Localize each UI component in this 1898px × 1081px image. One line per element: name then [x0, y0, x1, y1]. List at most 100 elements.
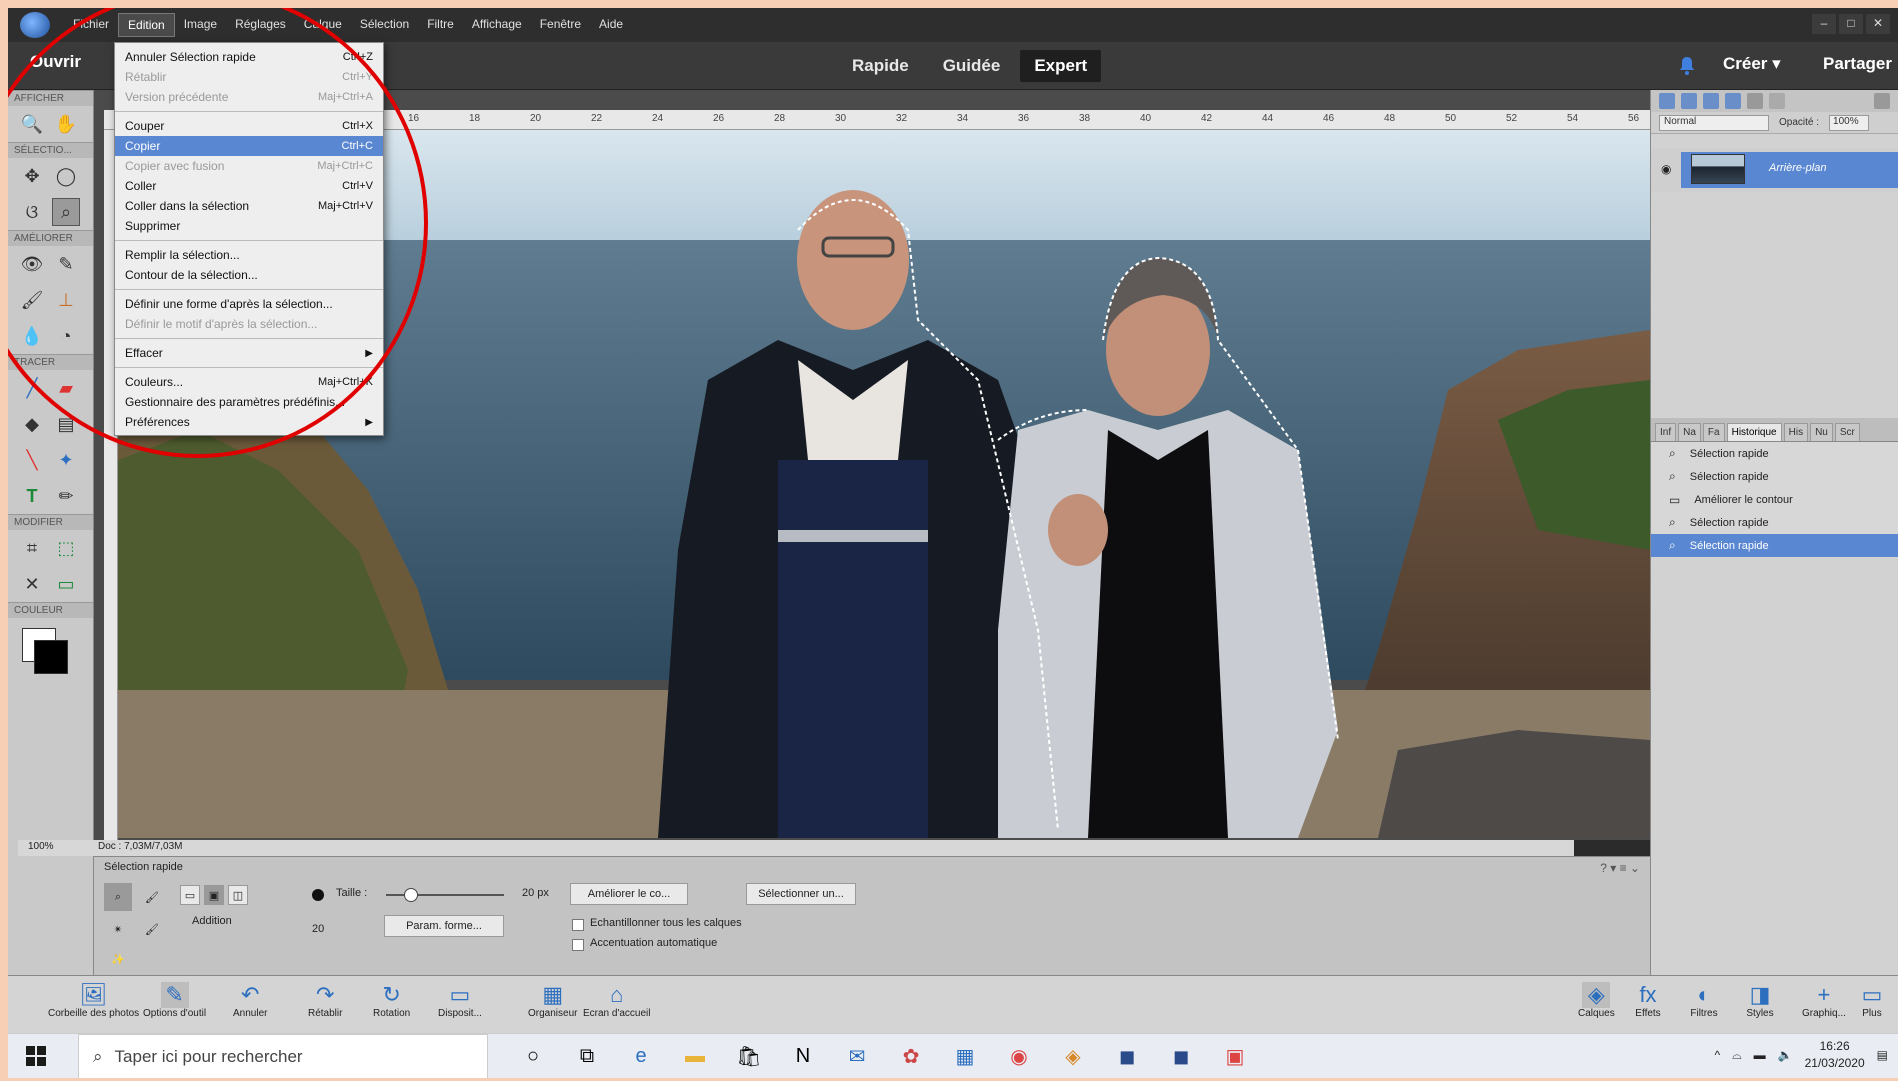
panel-tab-6[interactable]: Scr — [1834, 423, 1860, 441]
opacity-input[interactable]: 100% — [1829, 114, 1870, 131]
select-subject-button[interactable]: Sélectionner un... — [746, 883, 856, 905]
trash-icon[interactable] — [1874, 93, 1890, 109]
history-item[interactable]: ⌕ Sélection rapide — [1651, 534, 1898, 557]
edit-menu-item[interactable]: Couper Ctrl+X — [115, 116, 383, 136]
chevron-up-icon[interactable]: ^ — [1715, 1048, 1721, 1062]
subtract-selection-icon[interactable]: ◫ — [228, 885, 248, 905]
bottom-item-0[interactable]: 🖼 Corbeille des photos — [48, 982, 139, 1019]
layer-row[interactable]: ◉ Arrière-plan — [1651, 148, 1898, 192]
notifications-icon[interactable]: ▤ — [1877, 1048, 1888, 1062]
premiere-elements-icon[interactable]: ◼ — [1166, 1042, 1196, 1070]
bottom-item-4[interactable]: ↻ Rotation — [373, 982, 410, 1019]
adjustment-layer-icon[interactable] — [1703, 93, 1719, 109]
bottom-item-6[interactable]: ▦ Organiseur — [528, 982, 577, 1019]
new-group-icon[interactable] — [1681, 93, 1697, 109]
custom-shape-icon[interactable]: ✦ — [52, 446, 80, 474]
open-button[interactable]: Ouvrir — [30, 52, 81, 72]
refine-edge-button[interactable]: Améliorer le co... — [570, 883, 688, 905]
eraser-tool-icon[interactable]: ▰ — [52, 374, 80, 402]
menu-3[interactable]: Réglages — [226, 13, 295, 37]
paint-bucket-icon[interactable]: ◆ — [18, 410, 46, 438]
smart-brush-icon[interactable]: 🖌 — [18, 286, 46, 314]
options-help-icon[interactable]: ? ▾ ≡ ⌄ — [1600, 861, 1640, 875]
panel-tab-5[interactable]: Nu — [1810, 423, 1833, 441]
lock-all-icon[interactable] — [1769, 93, 1785, 109]
edit-menu-item[interactable]: Copier Ctrl+C — [115, 136, 383, 156]
crop-tool-icon[interactable]: ⌗ — [18, 534, 46, 562]
maximize-button[interactable]: □ — [1839, 14, 1863, 34]
quick-selection-mode-icon[interactable]: ⌕ — [104, 883, 132, 911]
menu-7[interactable]: Affichage — [463, 13, 531, 37]
mode-tab-0[interactable]: Rapide — [838, 50, 923, 82]
new-layer-icon[interactable] — [1659, 93, 1675, 109]
blend-mode-select[interactable]: Normal — [1659, 114, 1769, 131]
new-selection-icon[interactable]: ▭ — [180, 885, 200, 905]
store-icon[interactable]: 🛍 — [734, 1042, 764, 1070]
bell-icon[interactable] — [1678, 56, 1696, 76]
hand-tool-icon[interactable]: ✋ — [52, 110, 80, 138]
spot-healing-icon[interactable]: ✎ — [52, 250, 80, 278]
brush-settings-button[interactable]: Param. forme... — [384, 915, 504, 937]
panel-tab-4[interactable]: His — [1783, 423, 1809, 441]
clone-stamp-icon[interactable]: ⊥ — [52, 286, 80, 314]
panel-tab-3[interactable]: Historique — [1726, 423, 1782, 441]
edit-menu-item[interactable]: Définir une forme d'après la sélection..… — [115, 294, 383, 314]
task-view-icon[interactable]: ⧉ — [572, 1042, 602, 1070]
bottom-right-item-1[interactable]: fx Effets — [1634, 982, 1662, 1019]
sample-all-checkbox[interactable] — [572, 919, 584, 931]
edit-menu-item[interactable]: Remplir la sélection... — [115, 245, 383, 265]
menu-9[interactable]: Aide — [590, 13, 632, 37]
minimize-button[interactable]: – — [1812, 14, 1836, 34]
panel-tab-0[interactable]: Inf — [1655, 423, 1677, 441]
bottom-item-3[interactable]: ↷ Rétablir — [308, 982, 342, 1019]
zoom-tool-icon[interactable]: 🔍 — [18, 110, 46, 138]
eyedropper-icon[interactable]: ╲ — [18, 446, 46, 474]
edit-menu-item[interactable]: Couleurs... Maj+Ctrl+K — [115, 372, 383, 392]
menu-8[interactable]: Fenêtre — [531, 13, 590, 37]
content-aware-move-icon[interactable]: ✕ — [18, 570, 46, 598]
add-selection-icon[interactable]: ▣ — [204, 885, 224, 905]
file-explorer-icon[interactable]: ▬ — [680, 1042, 710, 1070]
edit-menu-item[interactable]: Effacer ▶ — [115, 343, 383, 363]
refine-brush-icon[interactable]: 🖌 — [138, 915, 166, 943]
magic-wand-icon[interactable]: ✴ — [104, 915, 132, 943]
edit-menu-item[interactable]: Préférences ▶ — [115, 412, 383, 432]
panel-tab-2[interactable]: Fa — [1702, 423, 1725, 441]
quick-selection-tool-icon[interactable]: ⌕ — [52, 198, 80, 226]
history-item[interactable]: ▭ Améliorer le contour — [1651, 488, 1898, 511]
edit-menu-item[interactable]: Gestionnaire des paramètres prédéfinis..… — [115, 392, 383, 412]
history-item[interactable]: ⌕ Sélection rapide — [1651, 511, 1898, 534]
mode-tab-2[interactable]: Expert — [1020, 50, 1102, 82]
paint-app-icon[interactable]: ✿ — [896, 1042, 926, 1070]
photoshop-elements-icon[interactable]: ◼ — [1112, 1042, 1142, 1070]
color-swatches[interactable] — [22, 628, 68, 674]
move-tool-icon[interactable]: ✥ — [18, 162, 46, 190]
share-button[interactable]: Partager — [1823, 54, 1892, 74]
ellipse-marquee-icon[interactable]: ◯ — [52, 162, 80, 190]
bottom-item-7[interactable]: ⌂ Ecran d'accueil — [583, 982, 651, 1019]
photos-icon[interactable]: ▣ — [1220, 1042, 1250, 1070]
sponge-tool-icon[interactable]: ◔ — [52, 322, 80, 350]
auto-enhance-checkbox[interactable] — [572, 939, 584, 951]
straighten-tool-icon[interactable]: ▭ — [52, 570, 80, 598]
gradient-tool-icon[interactable]: ▤ — [52, 410, 80, 438]
menu-0[interactable]: Fichier — [64, 13, 118, 37]
edit-menu-item[interactable]: Coller Ctrl+V — [115, 176, 383, 196]
history-item[interactable]: ⌕ Sélection rapide — [1651, 465, 1898, 488]
bottom-right-item-3[interactable]: ◨ Styles — [1746, 982, 1774, 1019]
edge-icon[interactable]: e — [626, 1042, 656, 1070]
lasso-tool-icon[interactable]: ଓ — [18, 198, 46, 226]
volume-icon[interactable]: 🔈 — [1778, 1048, 1793, 1062]
bottom-item-2[interactable]: ↶ Annuler — [233, 982, 267, 1019]
mail-icon[interactable]: ✉ — [842, 1042, 872, 1070]
calculator-icon[interactable]: ▦ — [950, 1042, 980, 1070]
bottom-right-item-2[interactable]: ◐ Filtres — [1690, 982, 1718, 1019]
windows-start-icon[interactable] — [26, 1046, 46, 1066]
menu-1[interactable]: Edition — [118, 13, 175, 37]
auto-selection-icon[interactable]: ✨ — [104, 945, 132, 973]
menu-6[interactable]: Filtre — [418, 13, 463, 37]
red-eye-tool-icon[interactable]: 👁 — [18, 250, 46, 278]
bottom-right-item-5[interactable]: ▭ Plus — [1858, 982, 1886, 1019]
background-color[interactable] — [34, 640, 68, 674]
type-tool-icon[interactable]: T — [18, 482, 46, 510]
